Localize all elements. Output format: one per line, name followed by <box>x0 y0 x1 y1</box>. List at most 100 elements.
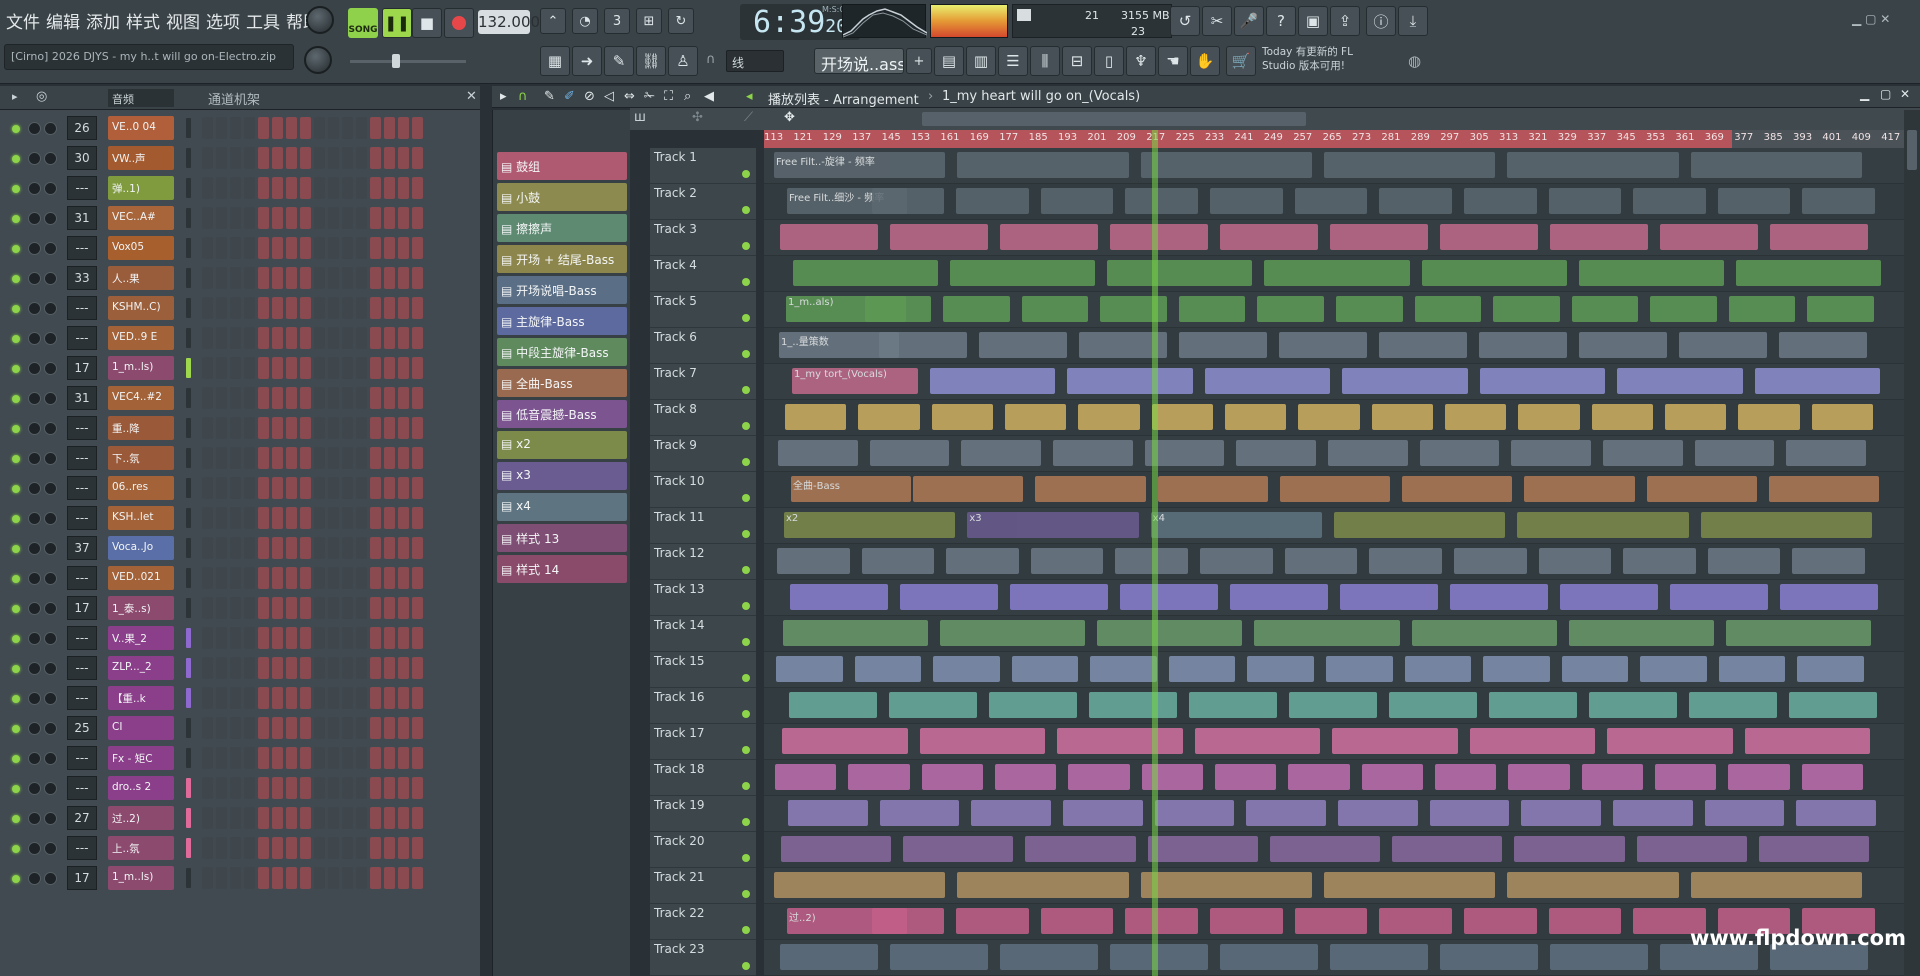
step-button[interactable] <box>384 297 395 319</box>
step-button[interactable] <box>370 597 381 619</box>
step-button[interactable] <box>230 477 241 499</box>
step-button[interactable] <box>272 747 283 769</box>
playlist-clip[interactable] <box>1125 188 1199 214</box>
step-button[interactable] <box>398 327 409 349</box>
step-button[interactable] <box>342 627 353 649</box>
browser-view-button[interactable]: ⊟ <box>1062 46 1092 76</box>
arrangement-grid[interactable]: Free Filt..-旋律 - 频率 Free Filt..细沙 - 频率 1_m… <box>764 148 1904 976</box>
playlist-clip[interactable] <box>864 296 932 322</box>
playlist-clip[interactable] <box>1324 152 1496 178</box>
menu-edit[interactable]: 编辑 <box>44 8 82 33</box>
step-button[interactable] <box>314 507 325 529</box>
step-button[interactable] <box>342 267 353 289</box>
channel-pan-knob[interactable] <box>28 302 41 315</box>
step-button[interactable] <box>272 417 283 439</box>
step-sequencer[interactable] <box>202 837 423 859</box>
step-button[interactable] <box>286 417 297 439</box>
playlist-clip[interactable] <box>1700 512 1872 538</box>
channel-mixer-track[interactable]: 30 <box>67 146 97 170</box>
step-button[interactable] <box>286 837 297 859</box>
playlist-clip[interactable] <box>1493 296 1560 322</box>
channel-row[interactable]: --- 下..氛 <box>0 444 480 474</box>
step-button[interactable] <box>412 597 423 619</box>
channel-volume-knob[interactable] <box>44 572 57 585</box>
step-button[interactable] <box>398 387 409 409</box>
step-button[interactable] <box>398 267 409 289</box>
playlist-clip[interactable] <box>1294 908 1368 934</box>
playlist-clip[interactable] <box>1811 404 1873 430</box>
step-button[interactable] <box>272 867 283 889</box>
track-mute-led[interactable] <box>742 350 750 358</box>
playlist-clip[interactable] <box>1404 656 1472 682</box>
step-button[interactable] <box>342 597 353 619</box>
channel-row[interactable]: --- 上..氛 <box>0 834 480 864</box>
step-sequencer[interactable] <box>202 687 423 709</box>
playlist-clip[interactable] <box>1640 656 1707 682</box>
step-button[interactable] <box>244 867 255 889</box>
step-button[interactable] <box>328 327 339 349</box>
step-button[interactable] <box>412 447 423 469</box>
step-button[interactable] <box>300 207 311 229</box>
playlist-clip[interactable] <box>1758 836 1869 862</box>
channel-mute-led[interactable] <box>12 755 20 763</box>
step-button[interactable] <box>300 477 311 499</box>
playlist-clip[interactable] <box>1179 332 1267 358</box>
channel-mute-led[interactable] <box>12 545 20 553</box>
playlist-clip[interactable] <box>979 332 1067 358</box>
channel-mute-led[interactable] <box>12 335 20 343</box>
step-button[interactable] <box>272 147 283 169</box>
minimize-icon[interactable]: ▁ <box>1852 12 1861 26</box>
playhead[interactable] <box>1152 130 1158 976</box>
step-button[interactable] <box>300 237 311 259</box>
step-button[interactable] <box>356 807 367 829</box>
step-button[interactable] <box>398 777 409 799</box>
playlist-clip[interactable] <box>1646 476 1757 502</box>
channel-mute-led[interactable] <box>12 155 20 163</box>
step-sequencer[interactable] <box>202 267 423 289</box>
track-header[interactable]: Track 3 <box>650 220 756 256</box>
track-header[interactable]: Track 18 <box>650 760 756 796</box>
step-button[interactable] <box>384 357 395 379</box>
step-button[interactable] <box>328 627 339 649</box>
step-sequencer[interactable] <box>202 507 423 529</box>
channel-mixer-track[interactable]: 31 <box>67 206 97 230</box>
step-button[interactable] <box>398 237 409 259</box>
playlist-clip[interactable] <box>1330 224 1428 250</box>
playback-tool-icon[interactable]: ◀ <box>704 89 714 104</box>
playlist-clip[interactable] <box>1147 836 1258 862</box>
playlist-clip[interactable] <box>1524 476 1635 502</box>
playlist-clip[interactable] <box>1728 296 1796 322</box>
step-button[interactable] <box>412 777 423 799</box>
channel-mute-led[interactable] <box>12 785 20 793</box>
track-mute-led[interactable] <box>742 494 750 502</box>
playlist-clip[interactable] <box>1141 764 1203 790</box>
step-button[interactable] <box>272 477 283 499</box>
channel-mixer-track[interactable]: --- <box>67 686 97 710</box>
channel-mixer-track[interactable]: 17 <box>67 356 97 380</box>
step-button[interactable] <box>272 717 283 739</box>
step-button[interactable] <box>286 777 297 799</box>
playlist-clip[interactable] <box>1489 692 1577 718</box>
step-button[interactable] <box>384 567 395 589</box>
step-button[interactable] <box>328 177 339 199</box>
channel-row[interactable]: --- Vox05 <box>0 234 480 264</box>
step-button[interactable] <box>342 477 353 499</box>
shop-button[interactable]: 🛒 <box>1226 46 1256 76</box>
playlist-clip[interactable] <box>1000 224 1098 250</box>
channel-volume-knob[interactable] <box>44 512 57 525</box>
group-filter[interactable]: 音频 <box>108 89 174 107</box>
step-button[interactable] <box>244 687 255 709</box>
playlist-clip[interactable] <box>1517 512 1689 538</box>
step-button[interactable] <box>370 327 381 349</box>
step-sequencer[interactable] <box>202 657 423 679</box>
channel-row[interactable]: --- 重..降 <box>0 414 480 444</box>
pattern-item[interactable]: ▤ 全曲-Bass <box>497 369 627 397</box>
playlist-clip[interactable] <box>1254 620 1400 646</box>
playlist-clip[interactable] <box>1429 800 1510 826</box>
playlist-clip[interactable] <box>776 656 843 682</box>
channel-pan-knob[interactable] <box>28 482 41 495</box>
step-button[interactable] <box>244 747 255 769</box>
track-mute-led[interactable] <box>742 458 750 466</box>
playlist-clip[interactable] <box>1633 188 1706 214</box>
playlist-clip[interactable] <box>1168 656 1236 682</box>
